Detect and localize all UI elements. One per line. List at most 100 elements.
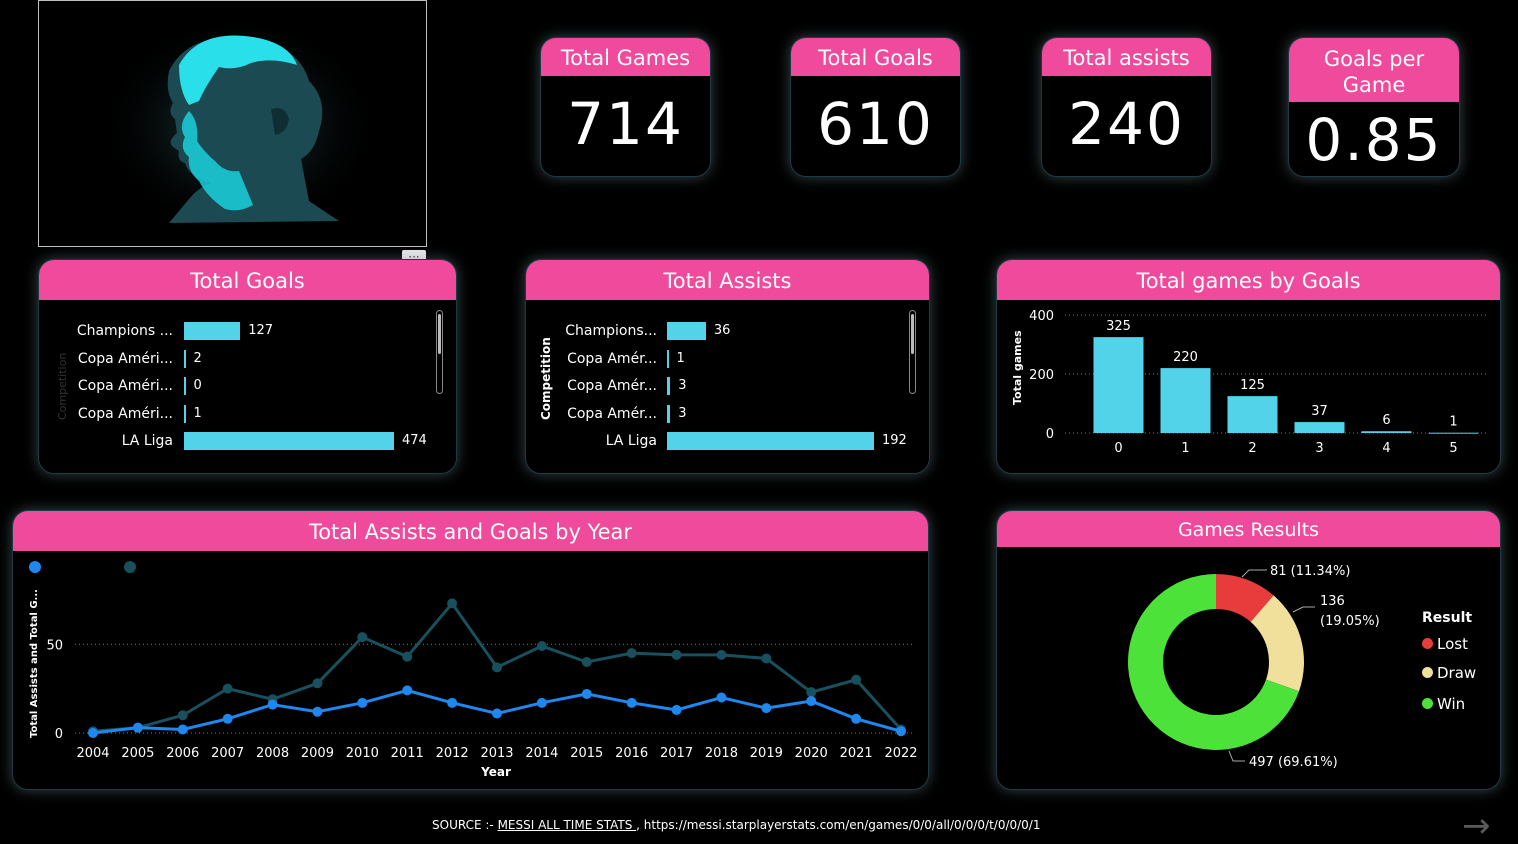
data-point [492,662,502,673]
x-tick-label: 2010 [346,746,379,761]
data-label: 125 [1240,378,1265,393]
legend-label: Lost [1437,635,1468,653]
data-point [312,678,323,689]
legend-marker [124,561,136,573]
source-link[interactable]: MESSI ALL TIME STATS [498,818,637,832]
bar-row[interactable]: LA Liga 474 [39,431,456,451]
scrollbar[interactable] [436,310,443,394]
source-url: , https://messi.starplayerstats.com/en/g… [636,818,1041,832]
bar-row[interactable]: LA Liga 192 [526,431,929,451]
data-point [851,674,862,685]
data-point [581,688,592,699]
data-point [671,649,682,660]
bar-value: 0 [193,378,202,393]
x-tick-label: 2005 [121,746,154,761]
source-footer: SOURCE :- MESSI ALL TIME STATS , https:/… [432,818,1040,832]
data-point [267,699,278,710]
bar [1160,368,1211,433]
bar [667,322,706,340]
slice-label: (19.05%) [1320,614,1380,629]
bar-value: 2 [193,350,202,366]
slice-label: 136 [1320,594,1345,609]
y-tick-label: 400 [1029,309,1054,324]
bar-value: 1 [676,350,685,366]
data-point [896,726,906,737]
kpi-label: Total Games [541,38,710,76]
x-tick-label: 2021 [840,746,873,761]
bar-row[interactable]: Copa Améri... 0 [39,376,456,396]
bar [184,377,186,395]
x-tick-label: 1 [1181,441,1189,456]
data-point [806,687,817,698]
bar [667,377,671,395]
data-point [132,722,143,733]
x-tick-label: 2020 [795,746,828,761]
bar-row[interactable]: Champions ... 127 [39,321,456,341]
y-axis-title: Total Assists and Total G... [29,589,40,738]
kpi-total-games: Total Games 714 [540,37,711,177]
legend-dot-icon [1422,667,1433,678]
panel-title: Total Assists [526,260,929,300]
kpi-label: Goals per Game [1289,38,1459,102]
bar-value: 127 [248,323,274,338]
data-point [222,683,233,694]
data-point [222,713,233,724]
legend-item-win[interactable]: Win [1422,695,1465,713]
bar [1361,431,1412,433]
kpi-total-assists: Total assists 240 [1041,37,1212,177]
data-label: 1 [1449,415,1457,430]
bar-label: LA Liga [605,433,657,449]
legend-item-draw[interactable]: Draw [1422,664,1476,682]
data-point [806,696,817,707]
games-results-panel: Games Results 81 (11.34%) 136 (19.05%) 497 … [996,510,1501,790]
games-by-goals-chart: 0 200 400 Total games 325 0 220 1 125 2 37 3 6 4 1 5 [1011,309,1487,456]
bar-row[interactable]: Copa Amér... 1 [526,349,929,369]
data-point [536,697,547,708]
data-point [536,641,547,652]
x-axis-title: Year [480,765,511,779]
next-page-arrow-icon[interactable]: → [1462,806,1491,844]
x-tick-label: 2006 [166,746,199,761]
bar-value: 1 [193,405,202,421]
legend-item-lost[interactable]: Lost [1422,635,1468,653]
legend-label: Draw [1437,664,1477,682]
bar [184,432,394,450]
y-axis-title: Total games [1011,330,1024,405]
kpi-value: 610 [817,90,934,158]
scrollbar[interactable] [909,310,916,394]
goals-by-competition-panel: Total Goals Competition Champions ... 127… [38,259,457,474]
bar [184,349,186,368]
kpi-total-goals: Total Goals 610 [790,37,961,177]
x-tick-label: 2019 [750,746,783,761]
bar-row[interactable]: Champions... 36 [526,321,929,341]
chart-title: Total games by Goals [997,260,1500,300]
x-tick-label: 2012 [436,746,469,761]
chart-title: Games Results [997,511,1500,547]
bar-row[interactable]: Copa Améri... 2 [39,349,456,369]
x-tick-label: 2018 [705,746,738,761]
data-label: 220 [1173,350,1198,365]
bar [667,349,669,368]
kpi-label: Total assists [1042,38,1211,76]
bar-row[interactable]: Copa Amér... 3 [526,376,929,396]
kpi-value: 0.85 [1305,106,1443,174]
kpi-value: 714 [567,90,684,158]
x-tick-label: 2009 [301,746,334,761]
legend-dot-icon [1422,638,1433,649]
data-point [357,697,368,708]
data-point [761,653,772,664]
data-point [177,724,188,735]
legend-title: Result [1422,610,1473,626]
bar-row[interactable]: Copa Améri... 1 [39,404,456,424]
bar-value: 3 [678,378,687,393]
data-point [177,710,188,721]
bar-row[interactable]: Copa Amér... 3 [526,404,929,424]
x-tick-label: 4 [1382,441,1390,456]
data-point [402,651,413,662]
bar-label: Copa Améri... [77,378,173,394]
data-point [402,685,413,696]
x-tick-label: 2017 [660,746,693,761]
x-tick-label: 2015 [570,746,603,761]
x-tick-label: 2007 [211,746,244,761]
leader-line [1228,750,1245,762]
